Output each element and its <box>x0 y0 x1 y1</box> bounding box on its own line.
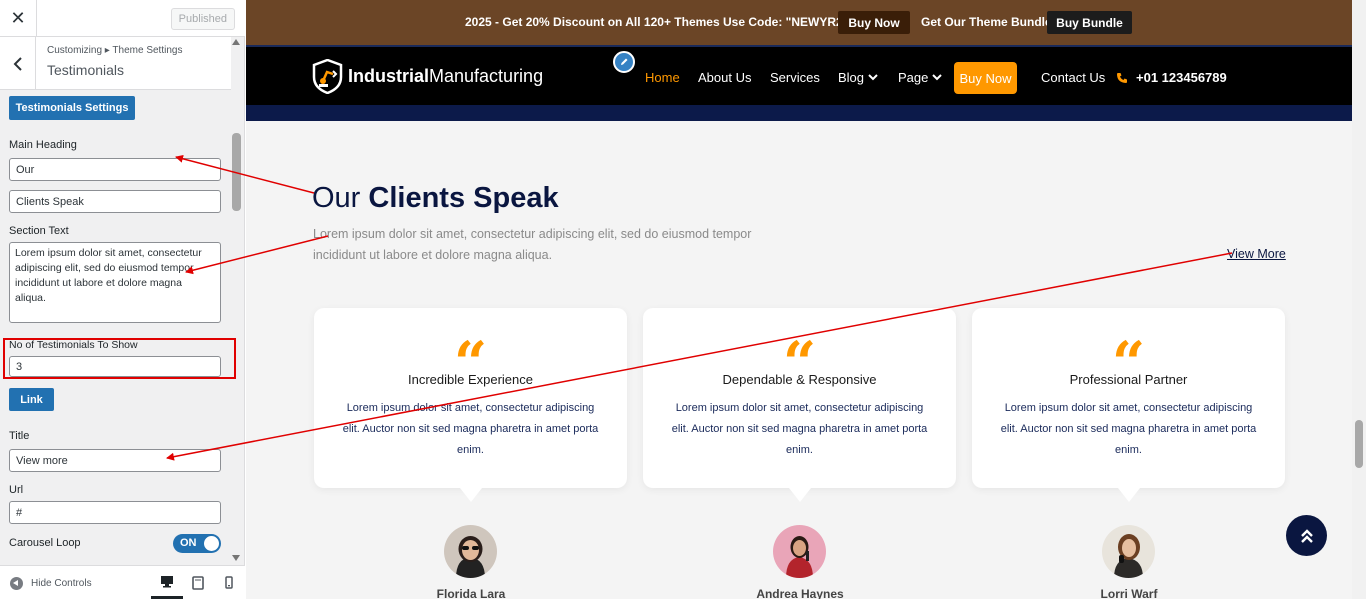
phone-number: +01 123456789 <box>1136 70 1227 85</box>
section-description: Lorem ipsum dolor sit amet, consectetur … <box>313 227 752 262</box>
main-heading-input-2[interactable]: Clients Speak <box>9 190 221 213</box>
url-label: Url <box>9 484 24 496</box>
desktop-preview-icon[interactable] <box>151 566 183 599</box>
quote-icon: “ <box>972 338 1285 368</box>
section-header: Customizing ▸ Theme Settings Testimonial… <box>0 37 231 90</box>
avatar <box>1102 525 1155 578</box>
avatar <box>444 525 497 578</box>
site-preview: 2025 - Get 20% Discount on All 120+ Them… <box>246 0 1366 599</box>
nav-buy-now-button[interactable]: Buy Now <box>954 62 1017 94</box>
testimonial-card: “ Professional Partner Lorem ipsum dolor… <box>972 308 1285 502</box>
site-logo[interactable]: IndustrialManufacturing <box>312 59 543 94</box>
person-name: Lorri Warf <box>1100 587 1158 599</box>
toggle-knob <box>204 536 219 551</box>
customizer-topbar: ✕ Published <box>0 0 245 37</box>
section-text-label: Section Text <box>9 225 69 237</box>
customizer-sidebar: ✕ Published Customizing ▸ Theme Settings… <box>0 0 245 599</box>
card-text: Lorem ipsum dolor sit amet, consectetur … <box>671 402 928 456</box>
double-chevron-up-icon <box>1300 528 1313 543</box>
heading-bold: Clients Speak <box>368 182 559 214</box>
toggle-state-label: ON <box>180 537 197 549</box>
customizer-footer: Hide Controls <box>0 565 245 599</box>
nav-underline-band <box>246 105 1352 121</box>
testimonials-heading: Our Clients Speak <box>312 182 559 215</box>
close-icon[interactable]: ✕ <box>0 0 37 36</box>
phone-icon <box>1117 72 1127 83</box>
scrollbar-thumb[interactable] <box>232 133 241 211</box>
nav-contact[interactable]: Contact Us <box>1041 70 1105 85</box>
robot-arm-shield-icon <box>312 59 343 94</box>
card-text: Lorem ipsum dolor sit amet, consectetur … <box>342 402 599 456</box>
link-button[interactable]: Link <box>9 388 54 411</box>
published-button[interactable]: Published <box>170 8 235 30</box>
tablet-preview-icon[interactable] <box>182 566 214 599</box>
promo-text: 2025 - Get 20% Discount on All 120+ Them… <box>465 15 869 29</box>
logo-text: IndustrialManufacturing <box>348 66 544 86</box>
preview-scrollbar[interactable] <box>1352 0 1366 599</box>
card-title: Incredible Experience <box>407 372 534 387</box>
view-more-link[interactable]: View More <box>1227 247 1286 261</box>
edit-pencil-icon[interactable] <box>613 51 635 73</box>
promo-buy-now-button[interactable]: Buy Now <box>838 11 910 34</box>
carousel-loop-label: Carousel Loop <box>9 537 81 549</box>
collapse-arrow-icon <box>10 577 23 590</box>
section-text-textarea[interactable]: Lorem ipsum dolor sit amet, consectetur … <box>9 242 221 323</box>
person-name: Andrea Haynes <box>756 587 844 599</box>
hide-controls-button[interactable]: Hide Controls <box>10 577 92 590</box>
back-button[interactable] <box>0 37 36 90</box>
mobile-preview-icon[interactable] <box>213 566 245 599</box>
main-heading-label: Main Heading <box>9 139 77 151</box>
url-input[interactable]: # <box>9 501 221 524</box>
carousel-loop-toggle[interactable]: ON <box>173 534 221 553</box>
quote-icon: “ <box>643 338 956 368</box>
breadcrumb: Customizing ▸ Theme Settings <box>47 45 183 56</box>
testimonials-count-label: No of Testimonials To Show <box>9 339 138 351</box>
chevron-left-icon <box>13 56 22 71</box>
title-input[interactable]: View more <box>9 449 221 472</box>
nav-about[interactable]: About Us <box>698 70 751 85</box>
quote-icon: “ <box>314 338 627 368</box>
main-heading-input-1[interactable]: Our <box>9 158 221 181</box>
promo-bar: 2025 - Get 20% Discount on All 120+ Them… <box>246 0 1366 45</box>
card-title: Professional Partner <box>1069 372 1188 387</box>
nav-blog-label: Blog <box>838 70 865 85</box>
heading-light: Our <box>312 182 361 214</box>
person-name: Florida Lara <box>436 587 506 599</box>
sidebar-scrollbar[interactable] <box>231 37 242 565</box>
avatar <box>773 525 826 578</box>
testimonial-card: “ Incredible Experience Lorem ipsum dolo… <box>314 308 627 502</box>
card-text: Lorem ipsum dolor sit amet, consectetur … <box>1000 402 1257 456</box>
app-root: ✕ Published Customizing ▸ Theme Settings… <box>0 0 1366 599</box>
hide-controls-label: Hide Controls <box>31 578 92 589</box>
promo-buy-bundle-button[interactable]: Buy Bundle <box>1047 11 1132 34</box>
nav-home[interactable]: Home <box>645 70 680 85</box>
nav-blog[interactable]: Blog <box>838 70 878 85</box>
nav-phone[interactable]: +01 123456789 <box>1116 70 1227 85</box>
scroll-down-arrow-icon[interactable] <box>232 555 240 561</box>
preview-scrollbar-thumb[interactable] <box>1355 420 1363 468</box>
chevron-down-icon <box>868 74 878 81</box>
scroll-up-arrow-icon[interactable] <box>232 39 240 45</box>
testimonial-card: “ Dependable & Responsive Lorem ipsum do… <box>643 308 956 502</box>
chevron-down-icon <box>932 74 943 81</box>
title-label: Title <box>9 430 30 442</box>
nav-page-label: Page <box>898 70 929 85</box>
testimonials-settings-button[interactable]: Testimonials Settings <box>9 96 135 120</box>
card-title: Dependable & Responsive <box>722 372 877 387</box>
site-navbar: IndustrialManufacturing Home About Us Se… <box>246 45 1366 105</box>
testimonials-count-input[interactable]: 3 <box>9 356 221 377</box>
scroll-to-top-button[interactable] <box>1286 515 1327 556</box>
promo-bundle-text: Get Our Theme Bundle <box>921 15 1052 29</box>
section-title: Testimonials <box>47 62 125 78</box>
nav-page[interactable]: Page <box>898 70 943 85</box>
nav-services[interactable]: Services <box>770 70 820 85</box>
